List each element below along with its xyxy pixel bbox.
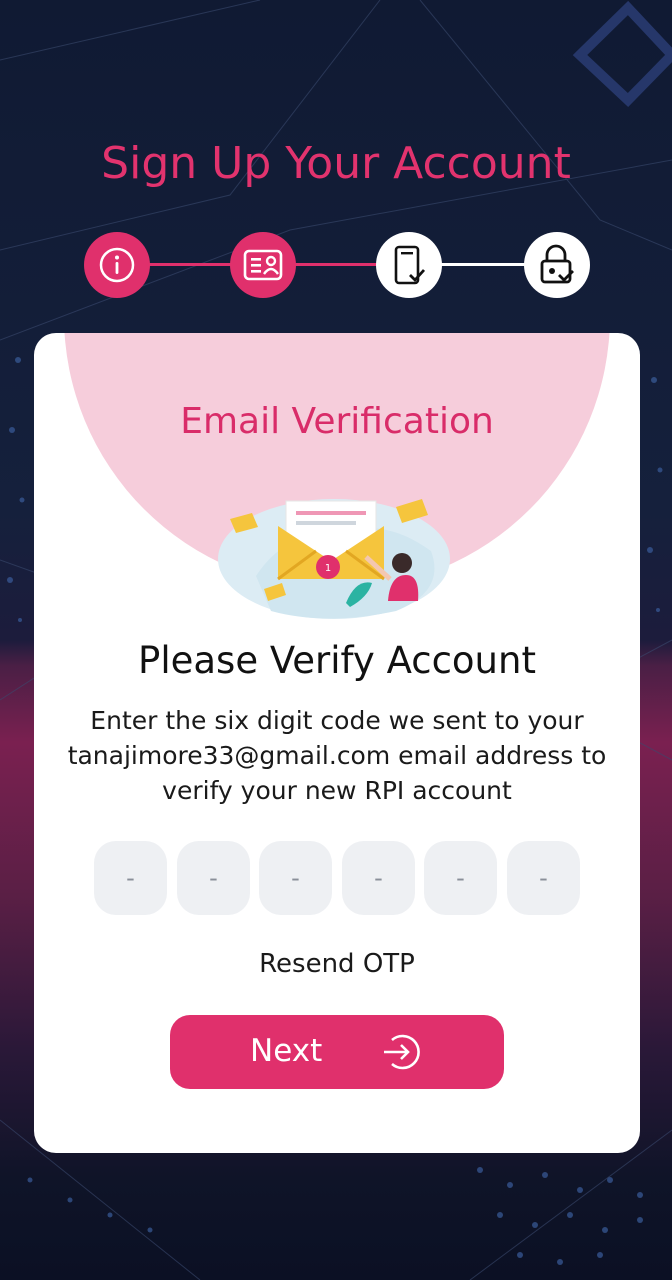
stepper-connector — [144, 263, 244, 266]
otp-digit-5[interactable] — [424, 841, 497, 915]
step-id-details[interactable] — [230, 232, 296, 298]
otp-digit-6[interactable] — [507, 841, 580, 915]
info-icon — [99, 247, 135, 283]
step-password[interactable] — [524, 232, 590, 298]
card-heading: Email Verification — [180, 401, 494, 442]
step-email-verification[interactable] — [376, 232, 442, 298]
stepper-connector — [290, 263, 390, 266]
signup-stepper — [84, 232, 590, 298]
id-card-icon — [243, 249, 283, 281]
otp-digit-3[interactable] — [259, 841, 332, 915]
next-button[interactable]: Next — [170, 1015, 504, 1089]
verify-instructions: Enter the six digit code we sent to your… — [67, 706, 607, 805]
email-verification-illustration: 1 — [218, 499, 450, 619]
resend-otp-link[interactable]: Resend OTP — [34, 949, 640, 979]
arrow-right-circle-icon — [384, 1034, 420, 1070]
next-button-label: Next — [250, 1033, 323, 1069]
lock-check-icon — [540, 244, 574, 284]
step-info[interactable] — [84, 232, 150, 298]
verification-card: Email Verification 1 Please Verify Accou… — [34, 333, 640, 1153]
verify-title: Please Verify Account — [138, 639, 536, 682]
stepper-connector — [436, 263, 536, 266]
page-title: Sign Up Your Account — [101, 138, 571, 189]
otp-digit-4[interactable] — [342, 841, 415, 915]
phone-check-icon — [394, 245, 426, 285]
otp-input-group — [94, 841, 580, 915]
svg-text:1: 1 — [325, 563, 331, 574]
otp-digit-2[interactable] — [177, 841, 250, 915]
otp-digit-1[interactable] — [94, 841, 167, 915]
